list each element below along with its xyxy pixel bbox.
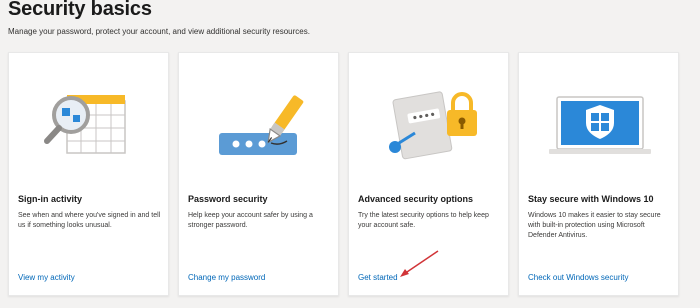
card-sign-in-activity: Sign-in activity See when and where you'… [8,52,169,296]
windows-security-icon [549,96,651,154]
page-title: Security basics [8,0,152,20]
annotation-arrow-icon [400,250,439,277]
card-password-security: Password security Help keep your account… [178,52,339,296]
get-started-link[interactable]: Get started [358,273,398,282]
card-description: Try the latest security options to help … [358,212,489,229]
card-title: Password security [188,194,268,204]
card-description: Windows 10 makes it easier to stay secur… [528,212,661,239]
card-title: Stay secure with Windows 10 [528,194,654,204]
card-title: Sign-in activity [18,194,83,204]
card-description: See when and where you've signed in and … [18,212,161,229]
change-my-password-link[interactable]: Change my password [188,273,265,282]
page-subtitle: Manage your password, protect your accou… [8,27,310,36]
security-cards: Sign-in activity See when and where you'… [8,52,679,296]
card-description: Help keep your account safer by using a … [188,212,313,229]
view-my-activity-link[interactable]: View my activity [18,273,75,282]
sign-in-activity-icon [44,95,126,154]
card-windows-security: Stay secure with Windows 10 Windows 10 m… [518,52,679,296]
check-out-windows-security-link[interactable]: Check out Windows security [528,273,628,282]
password-icon [219,95,304,155]
advanced-security-icon [389,91,477,160]
card-title: Advanced security options [358,194,474,204]
